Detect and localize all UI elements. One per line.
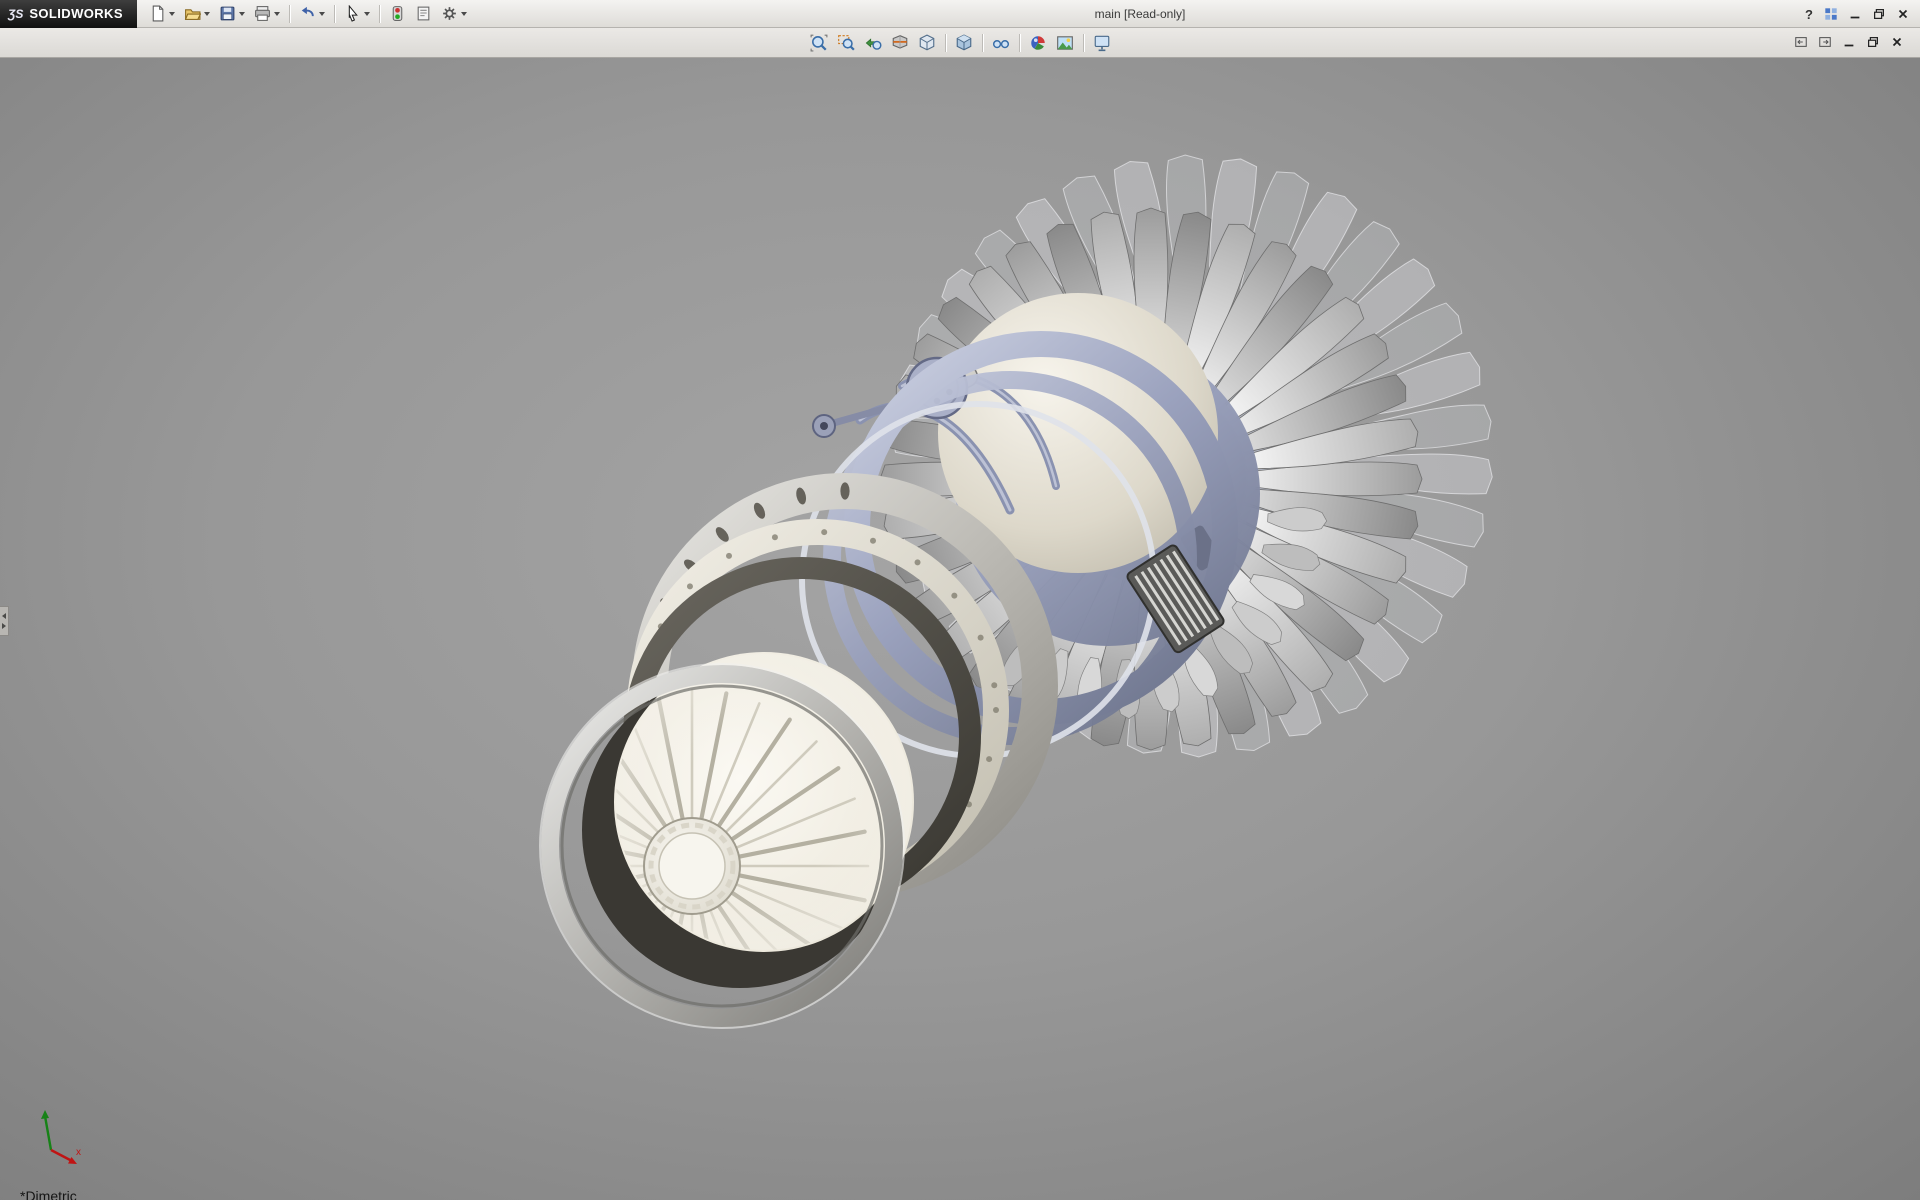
minimize-icon [1848,7,1862,21]
dropdown-chevron-icon[interactable] [239,12,245,16]
orientation-triad: x [24,1108,86,1170]
minimize-icon [1842,35,1856,49]
dropdown-chevron-icon[interactable] [169,12,175,16]
splitter-right-arrow-icon [2,623,6,629]
main-toolbar [137,0,479,28]
open-button[interactable] [180,2,214,26]
view-settings-icon [1093,34,1111,52]
close-icon [1896,7,1910,21]
document-close-button[interactable] [1886,32,1908,52]
view-orientation-icon [918,34,936,52]
dropdown-chevron-icon[interactable] [364,12,370,16]
document-minimize-button[interactable] [1838,32,1860,52]
help-button[interactable]: ? [1800,4,1818,24]
splitter-left-arrow-icon [2,613,6,619]
view-orientation-label: *Dimetric [20,1188,77,1200]
file-properties-button[interactable] [411,2,436,26]
headsup-view-toolbar [806,31,1115,55]
display-style-icon [955,34,973,52]
x-axis-label: x [76,1147,81,1158]
select-button[interactable] [340,2,374,26]
save-button[interactable] [215,2,249,26]
previous-view-button[interactable] [860,31,886,55]
hide-show-items-icon [992,34,1010,52]
options-icon [441,5,458,22]
next-window-icon [1818,35,1832,49]
y-axis [45,1116,51,1150]
previous-view-icon [864,34,882,52]
document-next-window-button[interactable] [1814,32,1836,52]
hide-show-items-button[interactable] [988,31,1014,55]
hub-center [659,833,725,899]
open-icon [184,5,201,22]
document-restore-button[interactable] [1862,32,1884,52]
toolbar-separator [334,5,335,23]
restore-button[interactable] [1868,4,1890,24]
edit-appearance-icon [1029,34,1047,52]
solidworks-window: ƷS SOLIDWORKS main [Read-only] ? [0,0,1920,1200]
new-document-button[interactable] [145,2,179,26]
section-view-button[interactable] [887,31,913,55]
view-orientation-button[interactable] [914,31,940,55]
minimize-button[interactable] [1844,4,1866,24]
task-pane-button[interactable] [1820,4,1842,24]
view-settings-button[interactable] [1089,31,1115,55]
undo-button[interactable] [295,2,329,26]
view-toolbar-row [0,28,1920,58]
toolbar-separator [1083,34,1084,52]
undo-icon [299,5,316,22]
dassault-3ds-icon: ƷS [8,7,23,21]
section-view-icon [891,34,909,52]
dropdown-chevron-icon[interactable] [204,12,210,16]
apply-scene-button[interactable] [1052,31,1078,55]
apply-scene-icon [1056,34,1074,52]
print-icon [254,5,271,22]
panel-splitter[interactable] [0,606,9,636]
file-properties-icon [415,5,432,22]
titlebar: ƷS SOLIDWORKS main [Read-only] ? [0,0,1920,28]
toolbar-separator [289,5,290,23]
toolbar-separator [982,34,983,52]
y-axis-arrowhead [41,1110,49,1119]
display-style-button[interactable] [951,31,977,55]
app-name: SOLIDWORKS [29,6,123,21]
save-icon [219,5,236,22]
new-document-icon [149,5,166,22]
previous-window-icon [1794,35,1808,49]
options-button[interactable] [437,2,471,26]
zoom-to-fit-icon [810,34,828,52]
solidworks-logo: ƷS SOLIDWORKS [0,0,137,28]
zoom-to-area-button[interactable] [833,31,859,55]
select-icon [344,5,361,22]
rebuild-button[interactable] [385,2,410,26]
task-pane-icon [1824,7,1838,21]
zoom-to-fit-button[interactable] [806,31,832,55]
print-button[interactable] [250,2,284,26]
dropdown-chevron-icon[interactable] [274,12,280,16]
3d-model-turbine-engine[interactable] [0,58,1920,1200]
document-previous-window-button[interactable] [1790,32,1812,52]
toolbar-separator [1019,34,1020,52]
restore-icon [1872,7,1886,21]
edit-appearance-button[interactable] [1025,31,1051,55]
zoom-to-area-icon [837,34,855,52]
rebuild-icon [389,5,406,22]
close-button[interactable] [1892,4,1914,24]
window-title: main [Read-only] [1095,7,1186,21]
toolbar-separator [945,34,946,52]
viewport[interactable]: x *Dimetric [0,58,1920,1200]
dropdown-chevron-icon[interactable] [461,12,467,16]
dropdown-chevron-icon[interactable] [319,12,325,16]
window-controls: ? [1800,0,1914,28]
document-window-controls [1790,32,1908,52]
restore-icon [1866,35,1880,49]
bracket-hole [820,422,828,430]
x-axis [51,1150,72,1161]
toolbar-separator [379,5,380,23]
close-icon [1890,35,1904,49]
